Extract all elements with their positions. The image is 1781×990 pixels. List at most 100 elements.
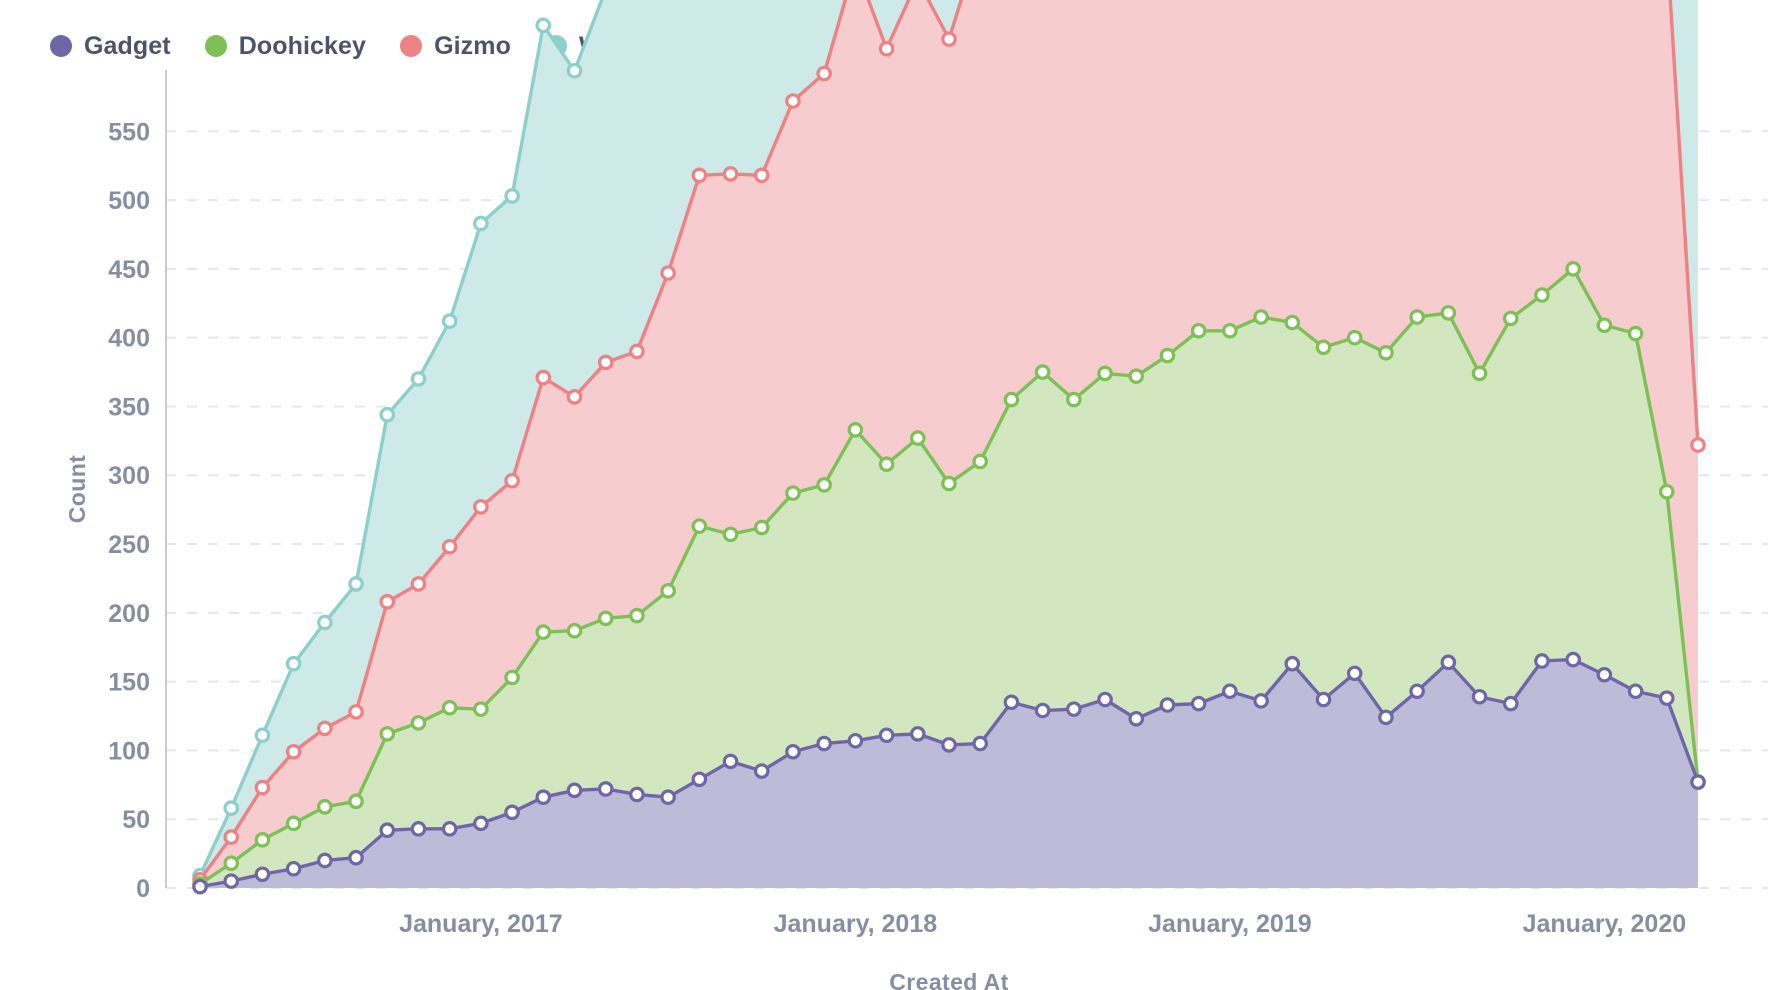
data-point-gadget[interactable] bbox=[1627, 683, 1644, 700]
data-point-gizmo[interactable] bbox=[691, 167, 708, 184]
data-point-doohickey[interactable] bbox=[441, 699, 458, 716]
data-point-gadget[interactable] bbox=[1159, 697, 1176, 713]
data-point-doohickey[interactable] bbox=[1471, 365, 1488, 382]
data-point-gadget[interactable] bbox=[753, 763, 770, 779]
data-point-doohickey[interactable] bbox=[1097, 365, 1113, 382]
data-point-gizmo[interactable] bbox=[223, 829, 240, 845]
data-point-gadget[interactable] bbox=[223, 873, 240, 889]
data-point-gadget[interactable] bbox=[1284, 655, 1301, 672]
data-point-gadget[interactable] bbox=[909, 726, 926, 742]
data-point-widget[interactable] bbox=[535, 17, 552, 34]
data-point-gadget[interactable] bbox=[816, 735, 832, 752]
data-point-gadget[interactable] bbox=[1471, 688, 1488, 705]
data-point-gizmo[interactable] bbox=[753, 167, 770, 184]
data-point-gadget[interactable] bbox=[1565, 651, 1581, 668]
data-point-gadget[interactable] bbox=[1253, 693, 1269, 709]
data-point-gadget[interactable] bbox=[878, 727, 895, 744]
data-point-gizmo[interactable] bbox=[254, 779, 271, 796]
data-point-doohickey[interactable] bbox=[753, 519, 770, 536]
data-point-widget[interactable] bbox=[410, 371, 427, 387]
data-point-gadget[interactable] bbox=[785, 743, 801, 760]
data-point-doohickey[interactable] bbox=[1409, 309, 1425, 325]
data-point-doohickey[interactable] bbox=[1066, 391, 1082, 408]
data-point-widget[interactable] bbox=[254, 727, 271, 744]
data-point-doohickey[interactable] bbox=[722, 526, 739, 543]
data-point-doohickey[interactable] bbox=[1222, 322, 1238, 339]
data-point-doohickey[interactable] bbox=[1627, 325, 1644, 342]
data-point-doohickey[interactable] bbox=[1596, 317, 1613, 334]
data-point-doohickey[interactable] bbox=[223, 855, 240, 872]
data-point-doohickey[interactable] bbox=[535, 624, 552, 640]
data-point-gadget[interactable] bbox=[722, 753, 739, 770]
data-point-widget[interactable] bbox=[348, 576, 364, 592]
data-point-gadget[interactable] bbox=[254, 866, 271, 883]
data-point-widget[interactable] bbox=[473, 215, 489, 232]
data-point-doohickey[interactable] bbox=[909, 430, 926, 446]
data-point-gadget[interactable] bbox=[566, 782, 583, 799]
data-point-gizmo[interactable] bbox=[1690, 437, 1706, 453]
data-point-gadget[interactable] bbox=[1346, 665, 1363, 682]
data-point-doohickey[interactable] bbox=[1502, 310, 1519, 327]
data-point-gadget[interactable] bbox=[379, 822, 396, 839]
data-point-gadget[interactable] bbox=[192, 878, 208, 895]
data-point-doohickey[interactable] bbox=[847, 422, 864, 438]
data-point-doohickey[interactable] bbox=[1253, 309, 1269, 325]
data-point-gadget[interactable] bbox=[1658, 690, 1675, 706]
data-point-gadget[interactable] bbox=[660, 789, 676, 805]
data-point-gizmo[interactable] bbox=[722, 166, 739, 182]
data-point-gadget[interactable] bbox=[1190, 695, 1207, 712]
data-point-gizmo[interactable] bbox=[348, 704, 364, 720]
data-point-gadget[interactable] bbox=[317, 852, 333, 869]
data-point-doohickey[interactable] bbox=[941, 475, 957, 492]
data-point-gadget[interactable] bbox=[629, 786, 645, 803]
data-point-doohickey[interactable] bbox=[816, 477, 832, 493]
data-point-widget[interactable] bbox=[504, 188, 520, 204]
data-point-gadget[interactable] bbox=[941, 737, 957, 753]
data-point-widget[interactable] bbox=[317, 614, 333, 631]
data-point-gizmo[interactable] bbox=[816, 65, 832, 82]
data-point-gizmo[interactable] bbox=[878, 40, 895, 57]
data-point-doohickey[interactable] bbox=[1190, 322, 1207, 339]
data-point-doohickey[interactable] bbox=[1534, 287, 1550, 303]
data-point-widget[interactable] bbox=[285, 655, 302, 672]
data-point-doohickey[interactable] bbox=[473, 701, 489, 717]
data-point-gadget[interactable] bbox=[410, 821, 427, 837]
data-point-gadget[interactable] bbox=[1596, 666, 1613, 683]
data-point-doohickey[interactable] bbox=[1440, 305, 1457, 321]
data-point-doohickey[interactable] bbox=[1128, 368, 1145, 384]
data-point-gizmo[interactable] bbox=[285, 743, 302, 760]
data-point-widget[interactable] bbox=[223, 800, 240, 816]
data-point-gadget[interactable] bbox=[1003, 694, 1020, 711]
data-point-doohickey[interactable] bbox=[785, 485, 801, 501]
data-point-doohickey[interactable] bbox=[410, 715, 427, 731]
data-point-doohickey[interactable] bbox=[1346, 329, 1363, 346]
data-point-doohickey[interactable] bbox=[1315, 339, 1332, 356]
data-point-doohickey[interactable] bbox=[285, 815, 302, 832]
data-point-gadget[interactable] bbox=[441, 821, 458, 837]
data-point-gadget[interactable] bbox=[1097, 691, 1113, 708]
data-point-gizmo[interactable] bbox=[785, 93, 801, 109]
data-point-gadget[interactable] bbox=[348, 849, 364, 866]
data-point-gadget[interactable] bbox=[1066, 701, 1082, 717]
data-point-doohickey[interactable] bbox=[629, 607, 645, 624]
data-point-gadget[interactable] bbox=[972, 735, 989, 752]
data-point-gadget[interactable] bbox=[847, 732, 864, 749]
data-point-doohickey[interactable] bbox=[504, 669, 520, 686]
data-point-gadget[interactable] bbox=[1128, 710, 1145, 727]
data-point-gizmo[interactable] bbox=[317, 720, 333, 737]
data-point-doohickey[interactable] bbox=[317, 799, 333, 815]
data-point-widget[interactable] bbox=[441, 313, 458, 329]
data-point-gadget[interactable] bbox=[535, 789, 552, 805]
data-point-doohickey[interactable] bbox=[1565, 261, 1581, 277]
data-point-gizmo[interactable] bbox=[535, 369, 552, 386]
data-point-gizmo[interactable] bbox=[597, 354, 614, 371]
data-point-doohickey[interactable] bbox=[878, 456, 895, 473]
data-point-gizmo[interactable] bbox=[473, 499, 489, 515]
data-point-doohickey[interactable] bbox=[660, 583, 676, 599]
data-point-doohickey[interactable] bbox=[1034, 364, 1051, 380]
data-point-doohickey[interactable] bbox=[691, 518, 708, 534]
data-point-gadget[interactable] bbox=[1315, 691, 1332, 708]
data-point-doohickey[interactable] bbox=[1378, 344, 1394, 361]
data-point-gizmo[interactable] bbox=[629, 343, 645, 360]
data-point-gizmo[interactable] bbox=[660, 265, 676, 281]
